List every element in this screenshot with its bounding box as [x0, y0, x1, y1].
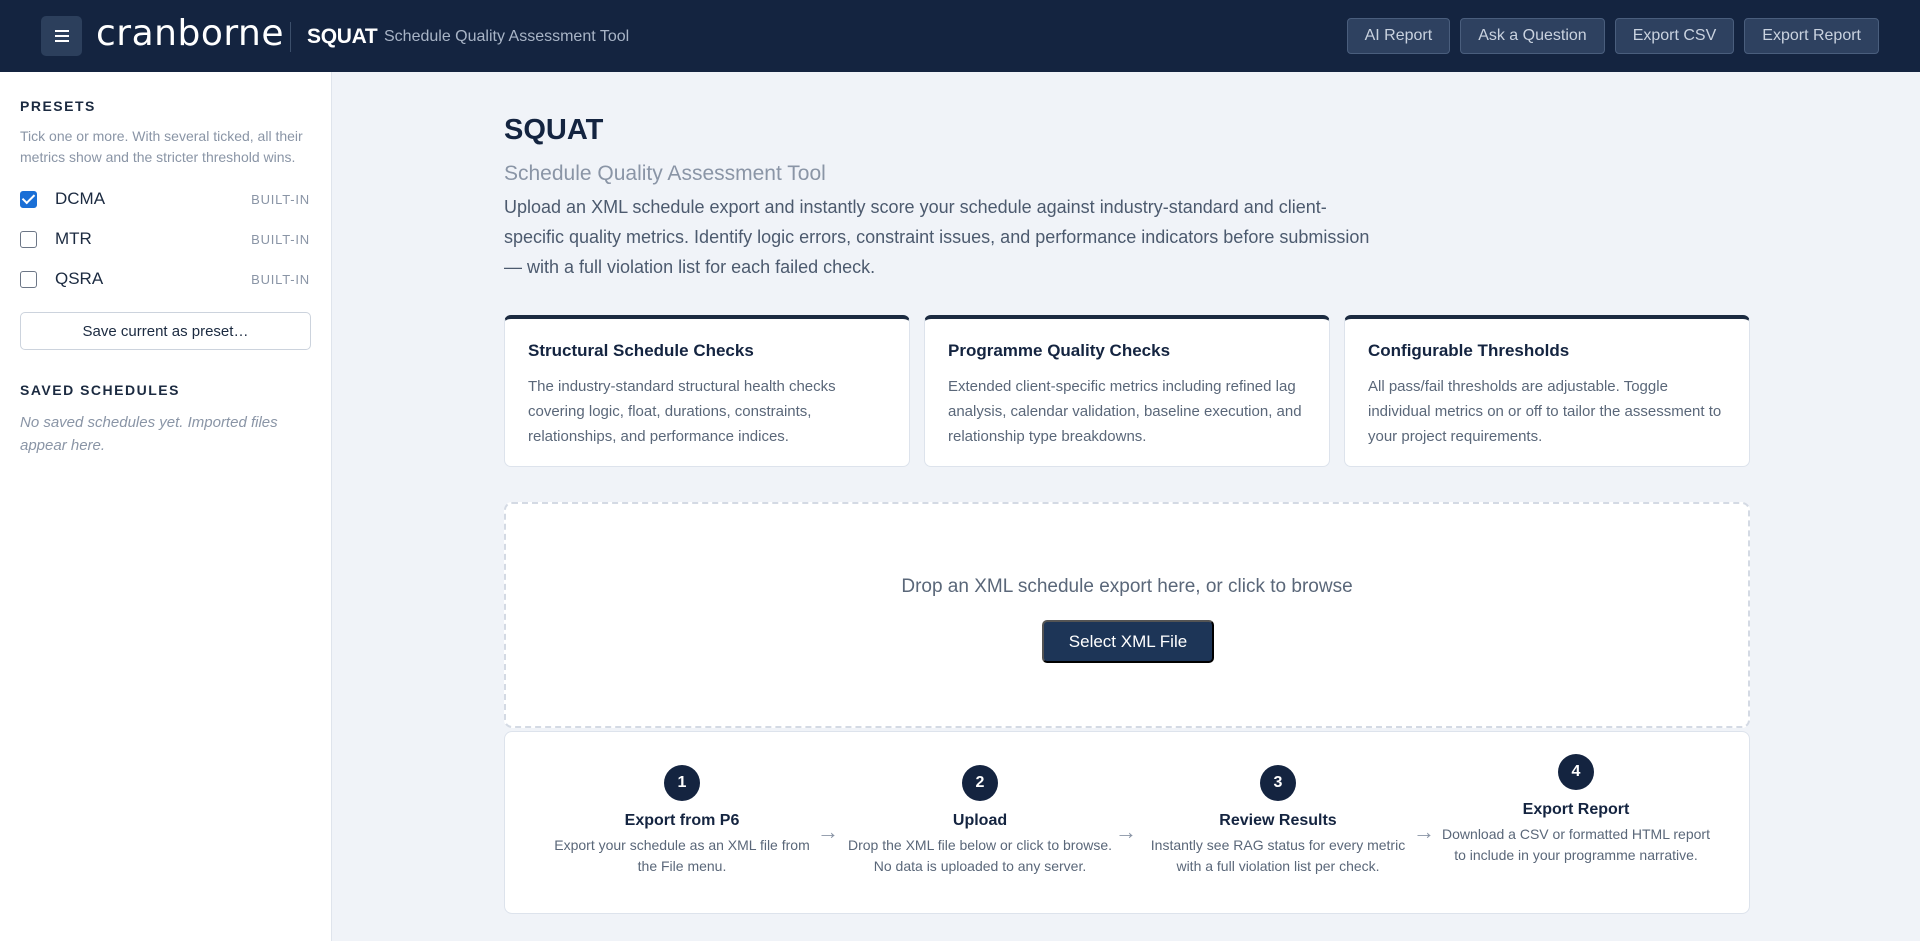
presets-heading: PRESETS [20, 98, 96, 114]
step-number: 2 [962, 765, 998, 801]
preset-name: DCMA [55, 189, 106, 208]
presets-help-text: Tick one or more. With several ticked, a… [20, 128, 303, 165]
feature-card-title: Configurable Thresholds [1368, 341, 1570, 360]
app-name: SQUAT [307, 25, 378, 48]
feature-cards: Structural Schedule Checks The industry-… [504, 315, 1750, 467]
step-title: Review Results [1219, 812, 1337, 829]
main-content: SQUAT Schedule Quality Assessment Tool U… [332, 72, 1920, 941]
feature-card: Structural Schedule Checks The industry-… [504, 315, 910, 467]
feature-card-title: Programme Quality Checks [948, 341, 1171, 360]
arrow-right-icon: → [817, 819, 839, 844]
step-text: Drop the XML file below or click to brow… [847, 837, 1113, 874]
step-text: Instantly see RAG status for every metri… [1150, 837, 1406, 874]
step-title: Upload [952, 812, 1008, 829]
step-title: Export Report [1522, 801, 1630, 818]
step-item: 3 Review Results Instantly see RAG statu… [1143, 765, 1413, 877]
preset-mtr-checkbox[interactable] [20, 230, 37, 248]
arrow-right-icon: → [1115, 819, 1137, 844]
preset-dcma[interactable]: DCMA BUILT-IN [20, 185, 310, 213]
page-title: SQUAT [504, 114, 604, 146]
top-bar: cranborne SQUAT Schedule Quality Assessm… [0, 0, 1920, 72]
preset-mtr[interactable]: MTR BUILT-IN [20, 225, 310, 253]
step-item: 4 Export Report Download a CSV or format… [1441, 754, 1711, 866]
preset-name: QSRA [55, 269, 104, 288]
feature-card-text: Extended client-specific metrics includi… [948, 378, 1302, 445]
ask-question-button[interactable]: Ask a Question [1460, 18, 1605, 54]
preset-tag: BUILT-IN [251, 271, 310, 287]
feature-card: Programme Quality Checks Extended client… [924, 315, 1330, 467]
header-actions: AI Report Ask a Question Export CSV Expo… [1346, 18, 1879, 54]
arrow-right-icon: → [1413, 819, 1435, 844]
step-title: Export from P6 [624, 812, 740, 829]
preset-tag: BUILT-IN [251, 191, 310, 207]
step-item: 1 Export from P6 Export your schedule as… [547, 765, 817, 877]
preset-qsra[interactable]: QSRA BUILT-IN [20, 265, 310, 293]
preset-tag: BUILT-IN [251, 231, 310, 247]
export-csv-button[interactable]: Export CSV [1614, 18, 1735, 54]
feature-card: Configurable Thresholds All pass/fail th… [1344, 315, 1750, 467]
feature-card-text: The industry-standard structural health … [528, 378, 836, 445]
preset-name: MTR [55, 229, 92, 248]
dropzone-text: Drop an XML schedule export here, or cli… [901, 576, 1353, 597]
page-description: Upload an XML schedule export and instan… [504, 197, 1370, 277]
ai-report-button[interactable]: AI Report [1346, 18, 1451, 54]
app-subtitle: Schedule Quality Assessment Tool [384, 28, 630, 45]
saved-schedules-empty-text: No saved schedules yet. Imported files a… [20, 414, 278, 454]
preset-dcma-checkbox[interactable] [20, 190, 37, 208]
step-number: 1 [664, 765, 700, 801]
hamburger-icon [54, 30, 69, 42]
feature-card-title: Structural Schedule Checks [528, 341, 754, 360]
select-xml-file-button[interactable]: Select XML File [1042, 620, 1214, 663]
xml-dropzone[interactable]: Drop an XML schedule export here, or cli… [504, 502, 1750, 728]
saved-schedules-heading: SAVED SCHEDULES [20, 382, 180, 398]
step-item: 2 Upload Drop the XML file below or clic… [845, 765, 1115, 877]
sidebar: PRESETS Tick one or more. With several t… [0, 72, 332, 941]
export-report-button[interactable]: Export Report [1744, 18, 1879, 54]
step-number: 4 [1558, 754, 1594, 790]
how-it-works-steps: 1 Export from P6 Export your schedule as… [504, 731, 1750, 914]
step-text: Download a CSV or formatted HTML report … [1442, 826, 1710, 863]
page-subtitle: Schedule Quality Assessment Tool [504, 162, 826, 185]
step-text: Export your schedule as an XML file from… [554, 837, 810, 874]
step-number: 3 [1260, 765, 1296, 801]
header-divider [290, 22, 291, 52]
brand-logo[interactable]: cranborne [96, 13, 284, 54]
save-preset-button[interactable]: Save current as preset… [20, 312, 311, 350]
preset-qsra-checkbox[interactable] [20, 270, 37, 288]
feature-card-text: All pass/fail thresholds are adjustable.… [1368, 378, 1722, 445]
menu-button[interactable] [41, 16, 82, 56]
